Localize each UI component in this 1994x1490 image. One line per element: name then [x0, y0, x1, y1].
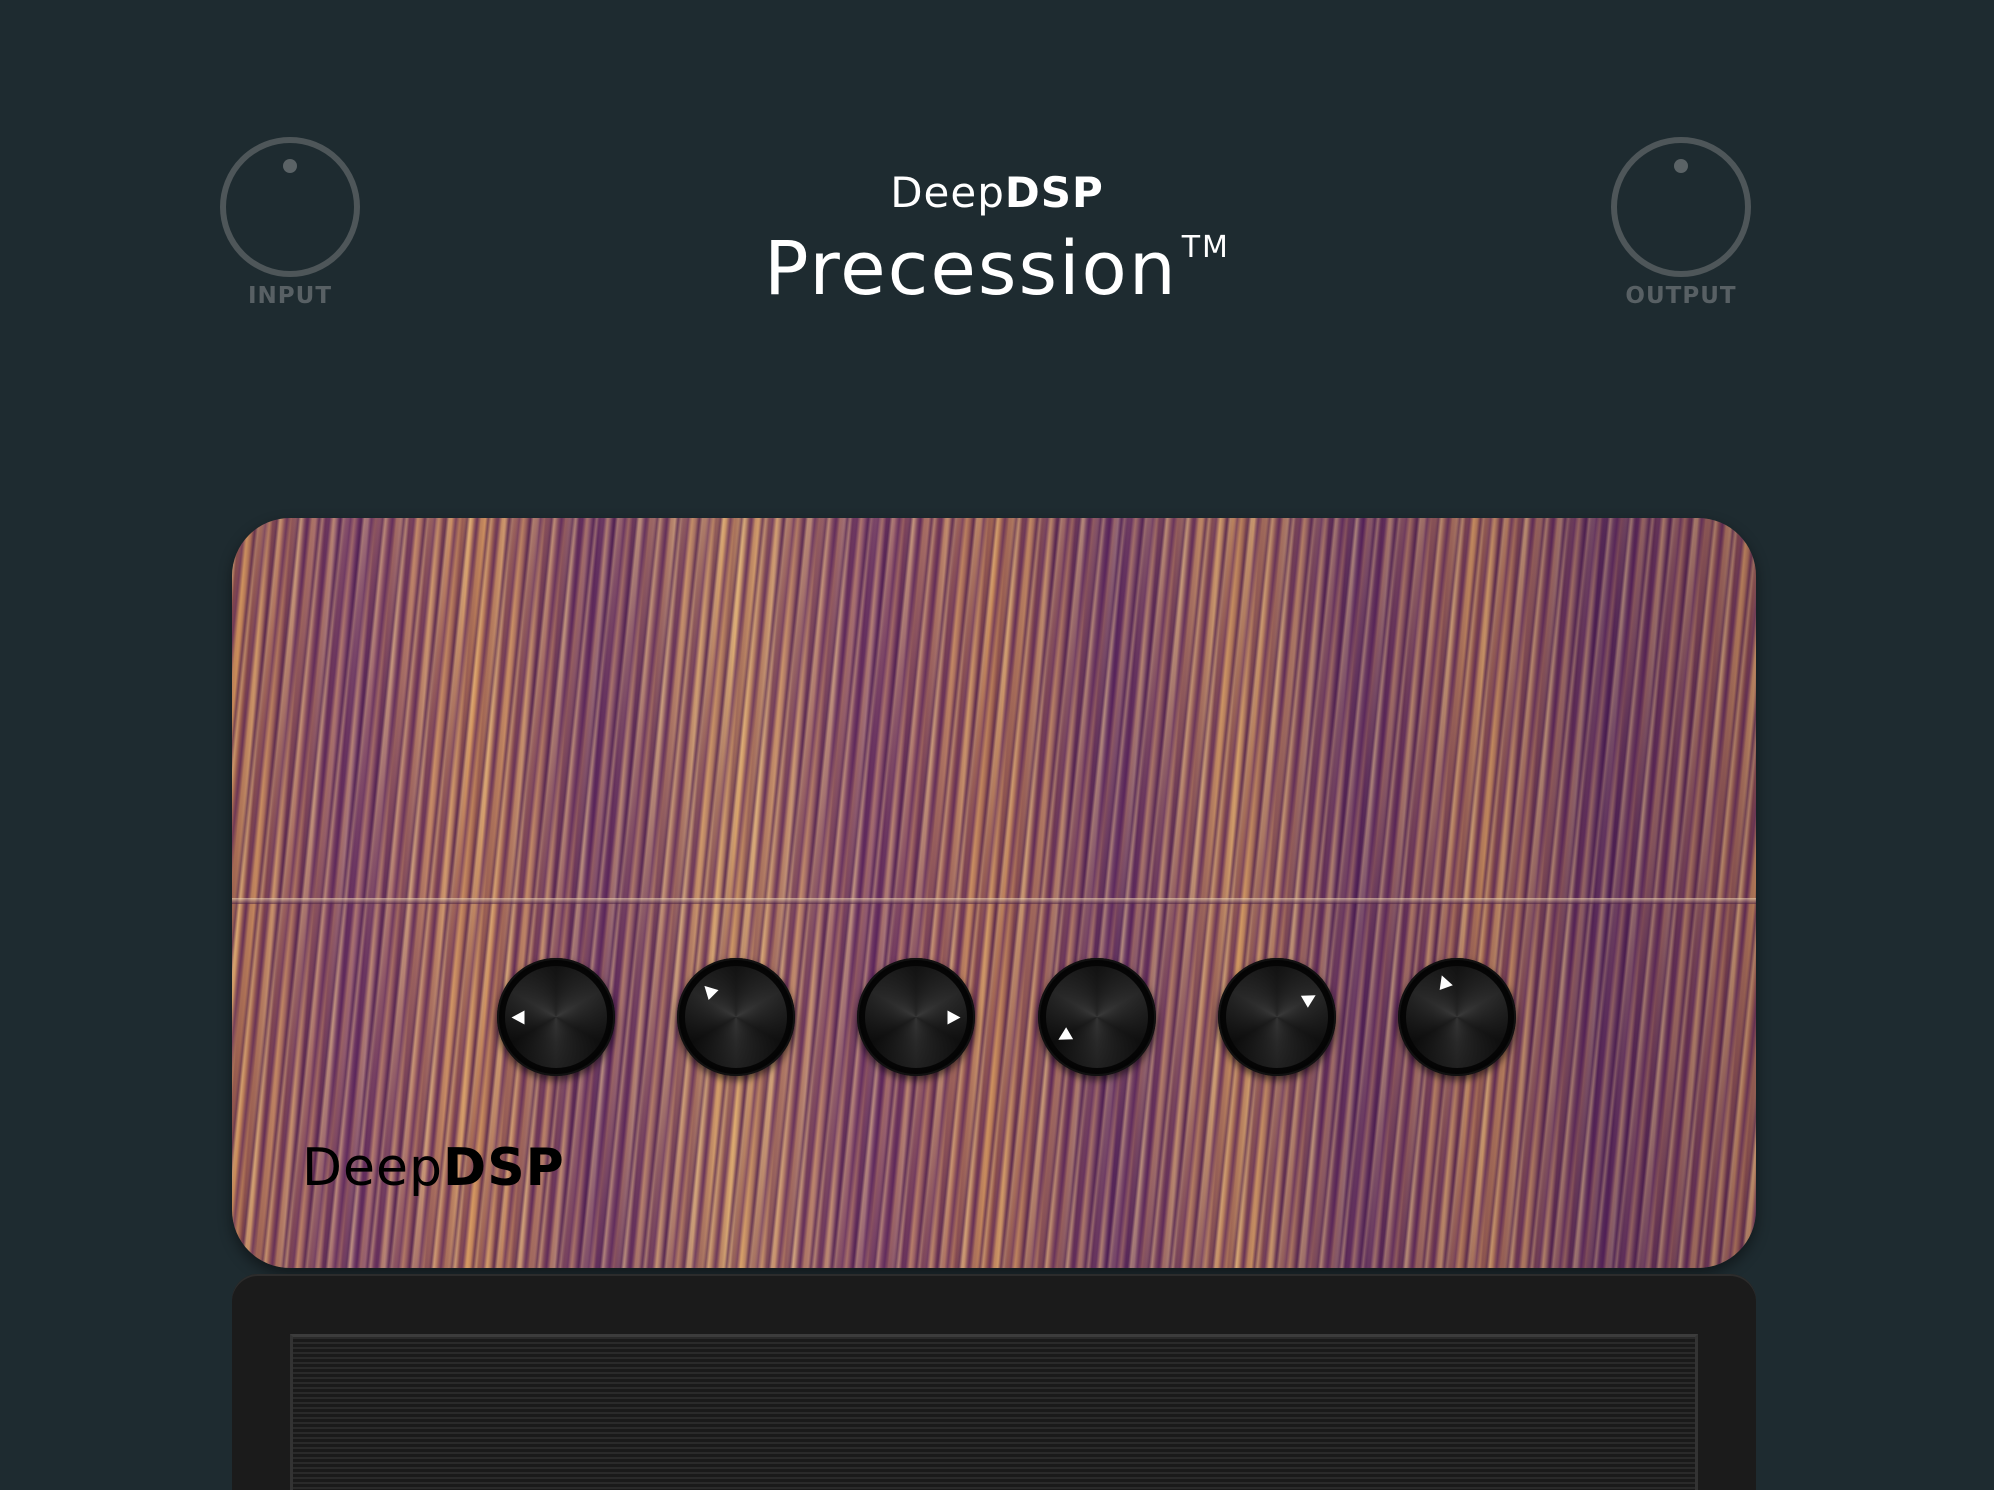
amp-head: DeepDSP [232, 518, 1756, 1268]
knob-pointer-icon [511, 1010, 525, 1025]
product-title: Precession TM [0, 226, 1994, 312]
amp-knob-2[interactable] [677, 958, 795, 1076]
amp-knob-5[interactable] [1218, 958, 1336, 1076]
amp-knob-6[interactable] [1398, 958, 1516, 1076]
amp-seam [232, 898, 1756, 904]
speaker-grille [290, 1334, 1698, 1490]
knob-pointer-icon [1300, 989, 1320, 1008]
amp-logo-bold: DSP [443, 1138, 565, 1198]
knob-pointer-icon [947, 1010, 961, 1025]
product-name: Precession [764, 226, 1178, 312]
speaker-cabinet [232, 1274, 1756, 1490]
brand-bold: DSP [1004, 168, 1104, 217]
knob-pointer-icon [1054, 1027, 1074, 1046]
brand-logo: DeepDSP [0, 168, 1994, 217]
amp-knob-3[interactable] [857, 958, 975, 1076]
trademark: TM [1181, 230, 1230, 265]
amp-knob-1[interactable] [497, 958, 615, 1076]
amp-logo: DeepDSP [302, 1138, 565, 1198]
amp-knob-4[interactable] [1038, 958, 1156, 1076]
knob-pointer-icon [1435, 973, 1453, 991]
amp-logo-light: Deep [302, 1138, 444, 1198]
knob-pointer-icon [699, 981, 719, 1001]
plugin-window: INPUT OUTPUT DeepDSP Precession TM DeepD… [0, 0, 1994, 1490]
brand-light: Deep [890, 168, 1005, 217]
